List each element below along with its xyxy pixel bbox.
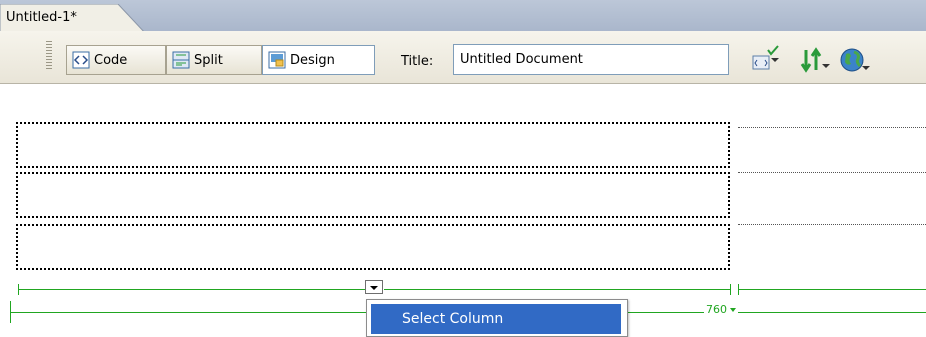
split-view-label: Split — [194, 52, 223, 68]
column-width-guide-right — [384, 289, 730, 290]
column-guide-tick — [18, 284, 19, 295]
toolbar-grip-secondary — [50, 41, 52, 71]
table-width-value: 760 — [706, 303, 727, 316]
validate-markup-icon[interactable] — [750, 44, 784, 78]
code-view-label: Code — [94, 52, 128, 68]
file-management-icon[interactable] — [798, 44, 832, 78]
column-guide-tick — [730, 284, 731, 295]
column-context-menu: Select Column — [366, 299, 628, 337]
table-guide-tick — [10, 301, 11, 323]
table-row[interactable] — [16, 172, 730, 218]
document-title-field[interactable] — [453, 44, 729, 75]
page-dotted-guide — [738, 127, 926, 128]
page-dotted-guide — [738, 224, 926, 225]
column-header-menu-button[interactable] — [365, 280, 383, 294]
table-row[interactable] — [16, 224, 730, 270]
code-icon — [72, 51, 90, 69]
document-tab-label: Untitled-1* — [6, 10, 77, 25]
design-view-button[interactable]: Design — [262, 45, 375, 75]
code-view-button[interactable]: Code — [66, 45, 166, 75]
split-icon — [172, 51, 190, 69]
page-width-guide-top — [738, 289, 926, 290]
select-column-menu-item[interactable]: Select Column — [371, 304, 621, 334]
table-width-caret-icon — [730, 308, 736, 312]
document-toolbar: Code Split Design Title: — [0, 31, 926, 84]
page-guide-tick — [738, 284, 739, 295]
table-width-header[interactable]: 760 — [704, 303, 738, 316]
column-width-guide-left — [18, 289, 366, 290]
document-tab[interactable]: Untitled-1* — [0, 4, 146, 34]
page-dotted-guide — [738, 172, 926, 173]
design-icon — [268, 51, 286, 69]
split-view-button[interactable]: Split — [166, 45, 262, 75]
table-width-guide — [10, 312, 366, 313]
table-row[interactable] — [16, 122, 730, 168]
title-label: Title: — [401, 54, 434, 69]
document-tab-bar: Untitled-1* — [0, 0, 926, 34]
design-view-label: Design — [290, 52, 335, 68]
table-width-guide-right — [626, 312, 926, 313]
preview-in-browser-icon[interactable] — [838, 44, 872, 78]
